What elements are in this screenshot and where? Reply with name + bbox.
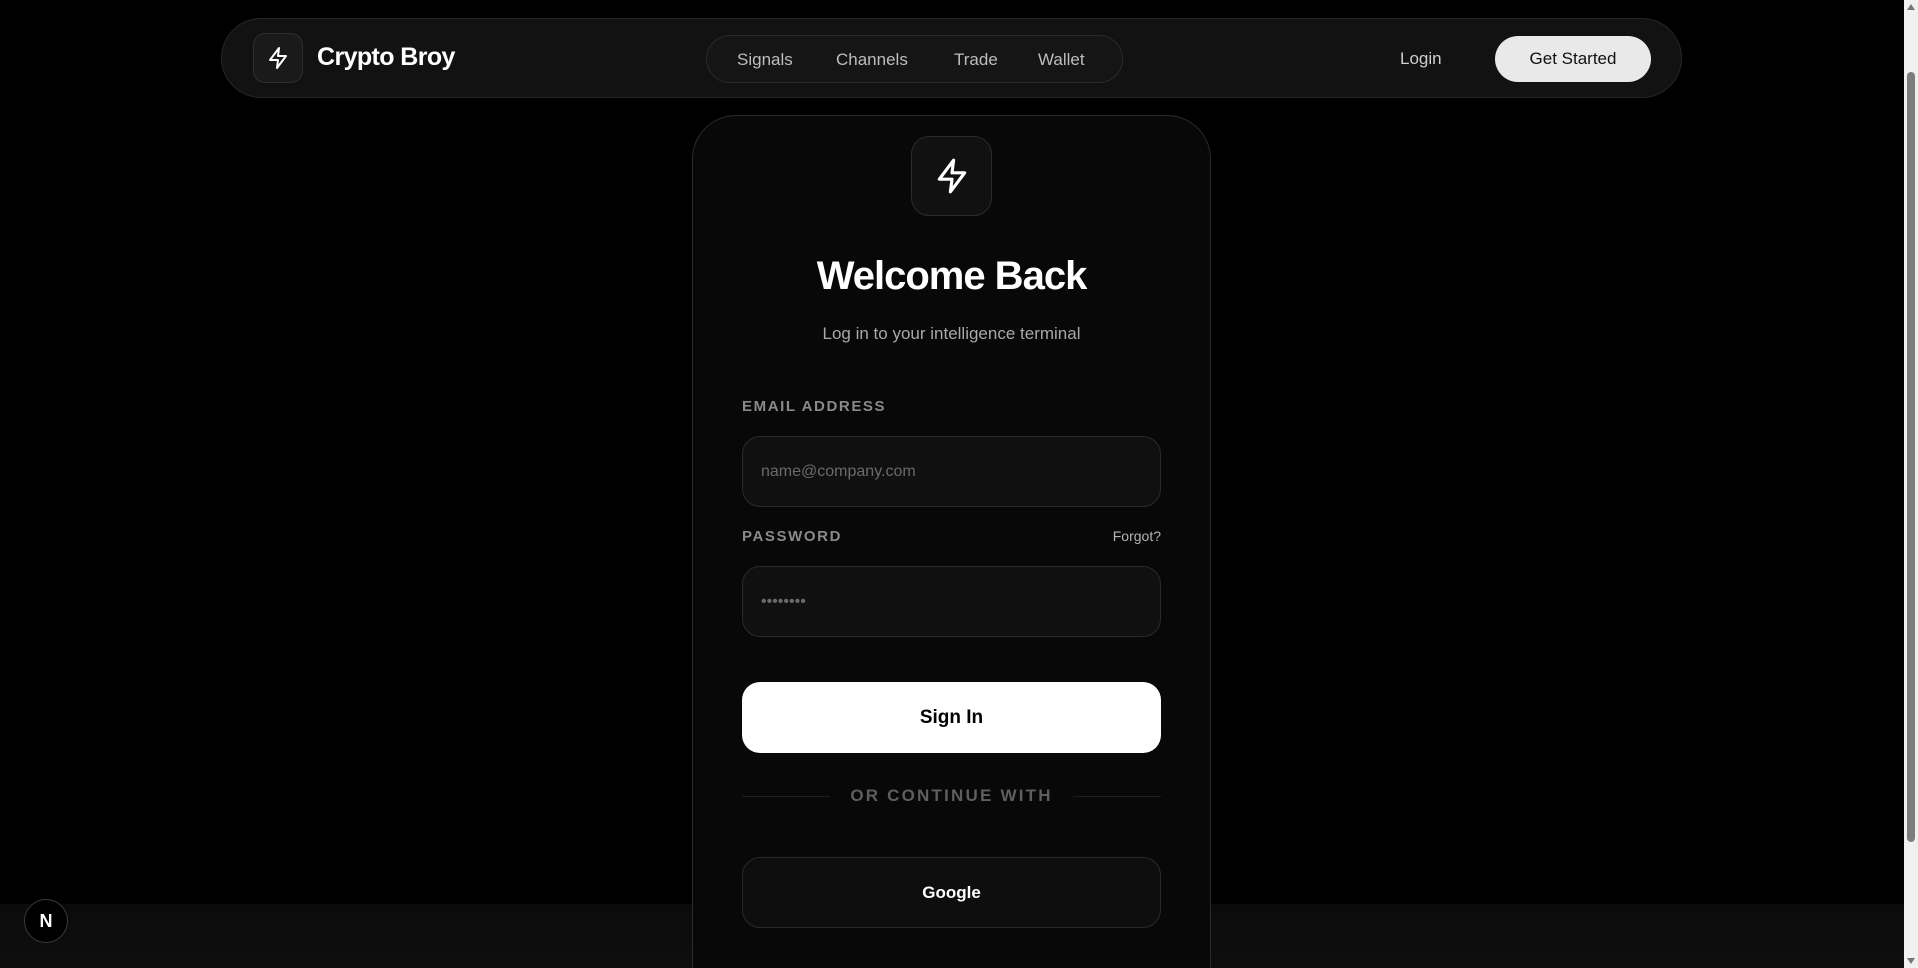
email-label: EMAIL ADDRESS <box>742 398 887 415</box>
email-field[interactable] <box>759 461 1144 482</box>
password-label: PASSWORD <box>742 528 843 545</box>
scroll-down-arrow-icon[interactable] <box>1904 954 1918 968</box>
divider-line-left <box>742 795 831 797</box>
nav-link-trade[interactable]: Trade <box>954 50 998 70</box>
navbar: Crypto Broy Signals Channels Trade Walle… <box>221 18 1682 98</box>
forgot-password-link[interactable]: Forgot? <box>1113 528 1161 544</box>
divider-line-right <box>1072 795 1162 797</box>
page-subtitle: Log in to your intelligence terminal <box>822 324 1081 343</box>
nav-links: Signals Channels Trade Wallet <box>706 35 1123 83</box>
scrollbar-thumb[interactable] <box>1907 72 1915 842</box>
password-field[interactable] <box>759 591 1144 612</box>
brand-logo[interactable] <box>253 33 303 83</box>
get-started-button[interactable]: Get Started <box>1495 36 1651 82</box>
vertical-scrollbar[interactable] <box>1904 0 1918 968</box>
divider-text: OR CONTINUE WITH <box>850 786 1053 805</box>
page: Crypto Broy Signals Channels Trade Walle… <box>0 0 1918 968</box>
lightning-bolt-icon <box>269 47 287 69</box>
scroll-up-arrow-icon[interactable] <box>1904 0 1918 14</box>
brand-name[interactable]: Crypto Broy <box>317 43 455 72</box>
nav-link-wallet[interactable]: Wallet <box>1038 50 1085 70</box>
page-title: Welcome Back <box>816 254 1088 298</box>
card-logo <box>911 136 992 216</box>
badge-letter: N <box>39 910 53 931</box>
nav-link-signals[interactable]: Signals <box>737 50 793 70</box>
lightning-bolt-icon <box>937 158 966 194</box>
login-link[interactable]: Login <box>1400 49 1442 69</box>
dev-tools-badge[interactable]: N <box>24 899 68 943</box>
email-field-wrapper <box>742 436 1161 507</box>
nav-link-channels[interactable]: Channels <box>836 50 908 70</box>
sign-in-button[interactable]: Sign In <box>742 682 1161 753</box>
divider: OR CONTINUE WITH <box>742 784 1162 808</box>
google-signin-button[interactable]: Google <box>742 857 1161 928</box>
password-field-wrapper <box>742 566 1161 637</box>
login-card: Welcome Back Log in to your intelligence… <box>692 115 1211 968</box>
